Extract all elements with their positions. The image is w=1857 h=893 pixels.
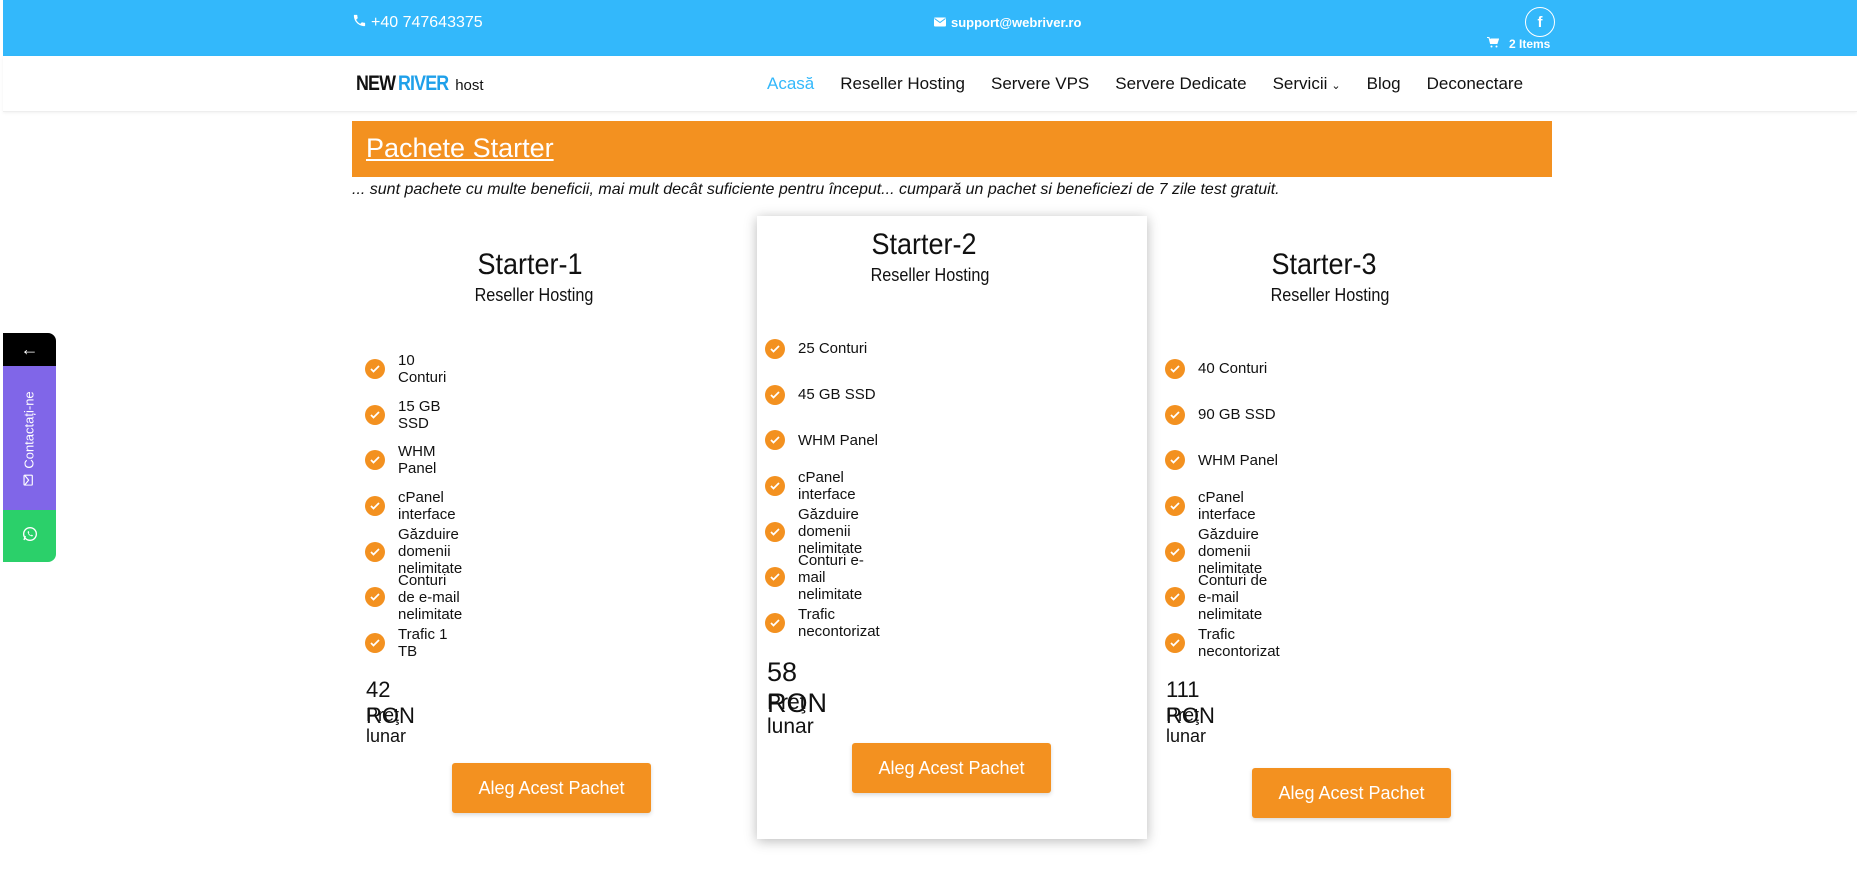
logo-river: RIVER [398, 72, 449, 95]
email-link[interactable]: support@webriver.ro [934, 15, 1081, 30]
check-circle-icon [365, 587, 385, 608]
cart-count: 2 Items [1509, 37, 1551, 51]
check-circle-icon [765, 521, 785, 542]
list-item: Găzduire domenii nelimitate [765, 506, 880, 557]
check-circle-icon [1165, 632, 1185, 653]
list-item: WHM Panel [365, 437, 462, 483]
check-circle-icon [1165, 495, 1185, 516]
check-circle-icon [365, 541, 385, 562]
list-item: Conturi de e-mail nelimitate [365, 572, 462, 623]
check-circle-icon [365, 495, 385, 516]
list-item: 45 GB SSD [765, 372, 880, 418]
contact-tab[interactable]: Contactați-ne [3, 366, 56, 510]
envelope-icon [22, 474, 37, 486]
list-item: Conturi e-mail nelimitate [765, 552, 880, 603]
chevron-down-icon: ⌄ [1331, 80, 1341, 92]
nav-item-acasa[interactable]: Acasă [767, 74, 814, 94]
choose-plan-button[interactable]: Aleg Acest Pachet [852, 743, 1051, 793]
check-circle-icon [765, 475, 785, 496]
check-circle-icon [1165, 358, 1185, 379]
nav-item-servere-dedicate[interactable]: Servere Dedicate [1115, 74, 1246, 94]
plan-name: Starter-3 [1271, 248, 1377, 281]
nav-item-servere-vps[interactable]: Servere VPS [991, 74, 1089, 94]
envelope-icon [934, 15, 946, 30]
site-header: NEW RIVER host Acasă Reseller Hosting Se… [3, 56, 1857, 112]
main-nav: Acasă Reseller Hosting Servere VPS Serve… [767, 74, 1523, 94]
nav-item-blog[interactable]: Blog [1367, 74, 1401, 94]
list-item: 25 Conturi [765, 326, 880, 372]
list-item: Trafic 1 TB [365, 620, 462, 666]
email-address: support@webriver.ro [951, 15, 1082, 30]
list-item: cPanel interface [765, 463, 880, 509]
cart-link[interactable]: 2 Items [1487, 37, 1550, 51]
list-item: WHM Panel [1165, 437, 1280, 483]
choose-plan-button[interactable]: Aleg Acest Pachet [452, 763, 651, 813]
check-circle-icon [365, 358, 385, 379]
nav-item-reseller-hosting[interactable]: Reseller Hosting [840, 74, 965, 94]
plan-name: Starter-1 [477, 248, 583, 281]
list-item: cPanel interface [1165, 483, 1280, 529]
whatsapp-button[interactable] [3, 510, 56, 562]
logo-host: host [455, 77, 484, 94]
check-circle-icon [365, 404, 385, 425]
check-circle-icon [765, 338, 785, 359]
collapse-arrow-icon[interactable]: ← [3, 333, 56, 366]
check-circle-icon [1165, 450, 1185, 471]
section-title[interactable]: Pachete Starter [366, 133, 554, 164]
check-circle-icon [1165, 541, 1185, 562]
list-item: Trafic necontorizat [765, 600, 880, 646]
list-item: Găzduire domenii nelimitate [1165, 526, 1280, 577]
logo-new: NEW [356, 72, 396, 95]
plan-period: Preţ lunar [366, 705, 407, 746]
check-circle-icon [1165, 587, 1185, 608]
check-circle-icon [365, 450, 385, 471]
list-item: WHM Panel [765, 417, 880, 463]
facebook-icon[interactable]: f [1525, 7, 1555, 37]
whatsapp-icon [22, 526, 38, 547]
cart-icon [1487, 37, 1500, 51]
list-item: Conturi de e-mail nelimitate [1165, 572, 1280, 623]
plan-period: Preţ lunar [1166, 705, 1207, 746]
plan-features: 25 Conturi 45 GB SSD WHM Panel cPanel in… [765, 326, 880, 646]
section-banner: Pachete Starter [352, 121, 1552, 177]
list-item: 90 GB SSD [1165, 392, 1280, 438]
list-item: cPanel interface [365, 483, 462, 529]
phone-link[interactable]: +40 747643375 [352, 13, 483, 33]
contact-label: Contactați-ne [22, 390, 38, 469]
check-circle-icon [365, 632, 385, 653]
list-item: 15 GB SSD [365, 392, 462, 438]
plan-type: Reseller Hosting [1270, 285, 1390, 305]
section-subtitle: ... sunt pachete cu multe beneficii, mai… [352, 181, 1280, 198]
top-bar: +40 747643375 support@webriver.ro f 2 It… [3, 0, 1857, 56]
list-item: Găzduire domenii nelimitate [365, 526, 462, 577]
check-circle-icon [765, 612, 785, 633]
plan-features: 10 Conturi 15 GB SSD WHM Panel cPanel in… [365, 346, 462, 666]
check-circle-icon [765, 384, 785, 405]
list-item: 10 Conturi [365, 346, 462, 392]
list-item: 40 Conturi [1165, 346, 1280, 392]
plan-name: Starter-2 [871, 228, 977, 261]
plan-period: Preţ lunar [767, 691, 814, 738]
check-circle-icon [1165, 404, 1185, 425]
check-circle-icon [765, 567, 785, 588]
nav-item-deconectare[interactable]: Deconectare [1427, 74, 1523, 94]
site-logo[interactable]: NEW RIVER host [356, 72, 484, 96]
list-item: Trafic necontorizat [1165, 620, 1280, 666]
phone-icon [352, 13, 367, 33]
plan-features: 40 Conturi 90 GB SSD WHM Panel cPanel in… [1165, 346, 1280, 666]
plan-type: Reseller Hosting [474, 285, 594, 305]
plan-type: Reseller Hosting [870, 265, 990, 285]
choose-plan-button[interactable]: Aleg Acest Pachet [1252, 768, 1451, 818]
check-circle-icon [765, 430, 785, 451]
nav-item-servicii[interactable]: Servicii ⌄ [1273, 74, 1341, 94]
phone-number: +40 747643375 [371, 14, 483, 31]
